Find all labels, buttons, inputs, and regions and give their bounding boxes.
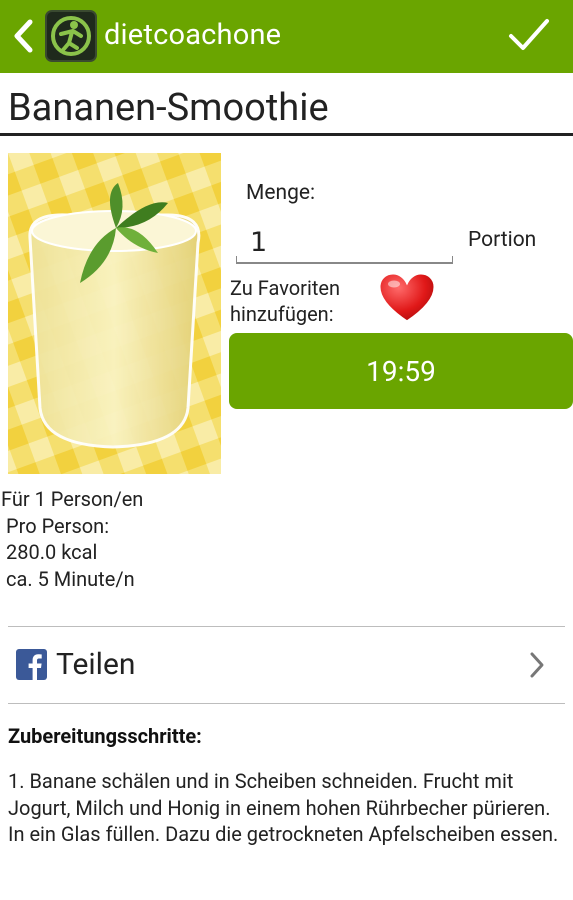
title-divider bbox=[0, 133, 573, 136]
facebook-icon bbox=[16, 649, 47, 680]
quantity-underline-tick-left bbox=[236, 256, 237, 263]
persons-text: Für 1 Person/en bbox=[1, 487, 144, 511]
quantity-underline-tick-right bbox=[452, 256, 453, 263]
chevron-right-icon bbox=[530, 652, 544, 678]
share-divider-bottom bbox=[8, 703, 565, 704]
time-button[interactable]: 19:59 bbox=[229, 333, 573, 409]
app-logo-icon[interactable] bbox=[45, 10, 97, 62]
steps-heading: Zubereitungsschritte: bbox=[8, 724, 202, 748]
calories-text: 280.0 kcal bbox=[6, 540, 98, 564]
share-label: Teilen bbox=[56, 647, 136, 682]
quantity-input[interactable] bbox=[236, 220, 453, 264]
recipe-info: Für 1 Person/en Pro Person: 280.0 kcal c… bbox=[1, 486, 143, 592]
per-person-text: Pro Person: bbox=[6, 513, 110, 538]
steps-text: 1. Banane schälen und in Scheiben schnei… bbox=[8, 769, 559, 846]
smoothie-photo bbox=[8, 153, 221, 474]
recipe-title: Bananen-Smoothie bbox=[8, 86, 329, 130]
duration-text: ca. 5 Minute/n bbox=[6, 566, 135, 591]
back-chevron-icon[interactable] bbox=[10, 18, 38, 54]
quantity-underline bbox=[236, 262, 453, 264]
share-row[interactable]: Teilen bbox=[8, 627, 565, 703]
unit-label: Portion bbox=[468, 228, 537, 252]
favorites-label: Zu Favoriten hinzufügen: bbox=[230, 276, 341, 326]
action-bar: dietcoachone bbox=[0, 0, 573, 73]
quantity-label: Menge: bbox=[246, 181, 316, 205]
app-title: dietcoachone bbox=[104, 18, 282, 52]
heart-icon[interactable] bbox=[376, 270, 438, 326]
checkmark-icon[interactable] bbox=[507, 15, 551, 55]
